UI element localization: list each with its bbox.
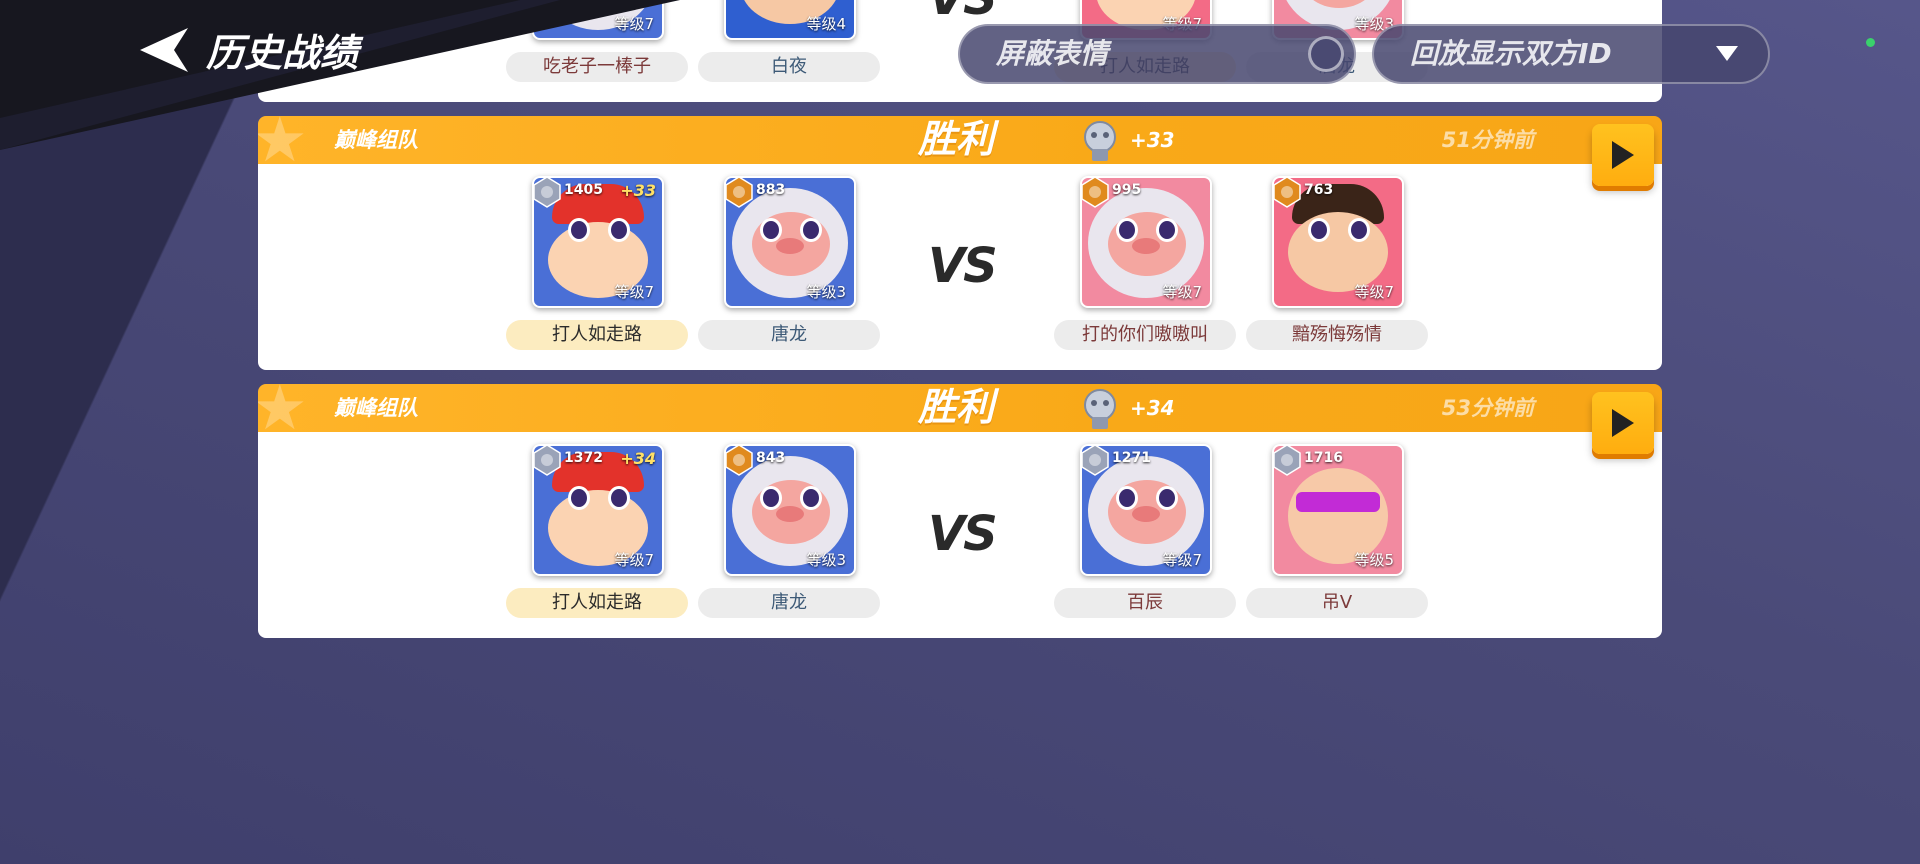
led-glasses xyxy=(1296,492,1380,512)
eye xyxy=(800,486,822,510)
player-score: 995 xyxy=(1112,182,1142,198)
rank-medal-icon xyxy=(726,446,753,476)
match-body: 1405 +33 等级7 打人如走路 883 等级3 唐龙 995 等级7 打的你们嗷嗷叫 763 等… xyxy=(258,164,1662,370)
player-level: 等级7 xyxy=(1162,551,1202,569)
points-change: +33 xyxy=(1130,128,1175,152)
player-level: 等级7 xyxy=(614,551,654,569)
character-portrait[interactable]: 843 等级3 xyxy=(724,444,856,576)
player-name[interactable]: 吊V xyxy=(1246,588,1428,618)
player-name[interactable]: 白夜 xyxy=(698,52,880,82)
eye xyxy=(1348,218,1370,242)
page-title: 历史战绩 xyxy=(206,31,359,75)
eye xyxy=(800,218,822,242)
rank-medal-icon xyxy=(534,178,561,208)
eye xyxy=(1308,218,1330,242)
player-level: 等级4 xyxy=(806,15,846,33)
match-time: 53分钟前 xyxy=(1441,396,1534,420)
player-level: 等级7 xyxy=(614,283,654,301)
rank-medal-icon xyxy=(1082,446,1109,476)
character-portrait[interactable]: 1271 等级7 xyxy=(1080,444,1212,576)
eye xyxy=(1156,486,1178,510)
chevron-down-icon xyxy=(1716,46,1738,61)
player-score: 1405 xyxy=(564,182,603,198)
replay-play-button[interactable] xyxy=(1592,392,1654,454)
character-portrait[interactable]: 1405 +33 等级7 xyxy=(532,176,664,308)
rank-medal-icon xyxy=(534,446,561,476)
eye xyxy=(760,486,782,510)
player-name[interactable]: 唐龙 xyxy=(698,588,880,618)
replay-id-dropdown[interactable]: 回放显示双方ID xyxy=(1372,24,1770,84)
mute-emoji-toggle[interactable]: 屏蔽表情 xyxy=(958,24,1356,84)
rank-medal-icon xyxy=(1274,446,1301,476)
match-result: 胜利 xyxy=(918,385,995,429)
eye xyxy=(1156,218,1178,242)
back-arrow-icon[interactable] xyxy=(136,26,192,74)
player-name[interactable]: 黯殇悔殇情 xyxy=(1246,320,1428,350)
player-name[interactable]: 打人如走路 xyxy=(506,320,688,350)
eye xyxy=(608,486,630,510)
star-icon: ★ xyxy=(258,384,308,432)
play-icon xyxy=(1612,409,1634,437)
score-gain: +33 xyxy=(620,181,656,200)
nose xyxy=(776,506,804,522)
player-score: 883 xyxy=(756,182,786,198)
nose xyxy=(1132,506,1160,522)
player-score: 1716 xyxy=(1304,450,1343,466)
player-level: 等级3 xyxy=(806,283,846,301)
player-level: 等级5 xyxy=(1354,551,1394,569)
player-level: 等级7 xyxy=(1162,283,1202,301)
vs-label: VS xyxy=(928,506,998,562)
nose xyxy=(1132,238,1160,254)
eye xyxy=(760,218,782,242)
face xyxy=(1288,212,1388,292)
player-score: 763 xyxy=(1304,182,1334,198)
player-name[interactable]: 打的你们嗷嗷叫 xyxy=(1054,320,1236,350)
rank-emblem-icon xyxy=(1084,121,1116,161)
points-change: +34 xyxy=(1130,396,1175,420)
character-portrait[interactable]: 995 等级7 xyxy=(1080,176,1212,308)
character-portrait[interactable]: 1372 +34 等级7 xyxy=(532,444,664,576)
match-time: 51分钟前 xyxy=(1441,128,1534,152)
player-score: 843 xyxy=(756,450,786,466)
player-level: 等级3 xyxy=(806,551,846,569)
replay-play-button[interactable] xyxy=(1592,124,1654,186)
player-name[interactable]: 唐龙 xyxy=(698,320,880,350)
replay-id-label: 回放显示双方ID xyxy=(1410,37,1612,70)
match-mode: 巅峰组队 xyxy=(334,396,418,420)
player-score: 1372 xyxy=(564,450,603,466)
match-result: 胜利 xyxy=(918,117,995,161)
vs-label: VS xyxy=(928,238,998,294)
nose xyxy=(776,238,804,254)
toggle-knob[interactable] xyxy=(1308,36,1344,72)
eye xyxy=(608,218,630,242)
character-portrait[interactable]: 1716 等级5 xyxy=(1272,444,1404,576)
status-indicator-dot xyxy=(1866,38,1875,47)
rank-medal-icon xyxy=(726,178,753,208)
player-name[interactable]: 百辰 xyxy=(1054,588,1236,618)
match-header: ★ 巅峰组队 胜利 +34 53分钟前 xyxy=(258,384,1662,432)
eye xyxy=(1116,486,1138,510)
character-portrait[interactable]: 883 等级3 xyxy=(724,176,856,308)
player-name[interactable]: 打人如走路 xyxy=(506,588,688,618)
player-score: 1271 xyxy=(1112,450,1151,466)
play-icon xyxy=(1612,141,1634,169)
match-card: ★ 巅峰组队 胜利 +34 53分钟前 1372 +34 等级7 打人如走路 843 等级3 唐龙 12… xyxy=(258,384,1662,686)
eye xyxy=(568,486,590,510)
score-gain: +34 xyxy=(620,449,656,468)
match-card: ★ 巅峰组队 胜利 +33 51分钟前 1405 +33 等级7 打人如走路 883 等级3 唐龙 99… xyxy=(258,116,1662,418)
character-portrait[interactable]: 377等级4 xyxy=(724,0,856,40)
vs-label: VS xyxy=(928,0,998,26)
rank-emblem-icon xyxy=(1084,389,1116,429)
eye xyxy=(1116,218,1138,242)
character-portrait[interactable]: 763 等级7 xyxy=(1272,176,1404,308)
player-level: 等级7 xyxy=(1354,283,1394,301)
match-body: 1372 +34 等级7 打人如走路 843 等级3 唐龙 1271 等级7 百辰 1716 等级5 吊… xyxy=(258,432,1662,638)
mute-emoji-label: 屏蔽表情 xyxy=(996,37,1109,70)
rank-medal-icon xyxy=(1082,178,1109,208)
rank-medal-icon xyxy=(1274,178,1301,208)
eye xyxy=(568,218,590,242)
